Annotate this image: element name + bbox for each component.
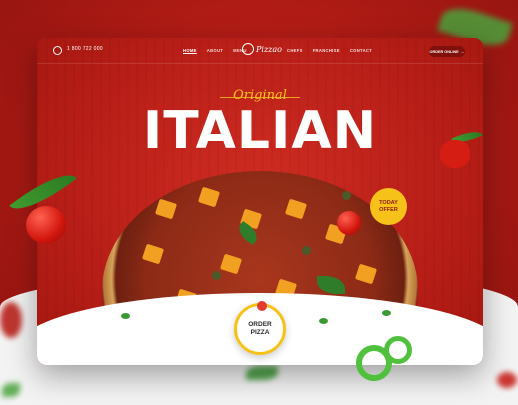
cheese-chunk <box>219 253 243 275</box>
order-online-button[interactable]: ORDER ONLINE → <box>429 46 465 57</box>
top-navigation: 1 800 722 000 HOME ABOUT MENU Pizzao CHE… <box>37 38 483 64</box>
cheese-chunk <box>354 263 378 285</box>
order-online-label: ORDER ONLINE <box>429 49 459 54</box>
olive <box>342 191 351 200</box>
olive <box>302 246 311 255</box>
phone-number[interactable]: 1 800 722 000 <box>67 46 103 52</box>
offer-line-2: OFFER <box>379 206 398 213</box>
main-menu-right: CHEFS FRANCHISE CONTACT <box>287 48 372 53</box>
logo-text: Pizzao <box>256 44 282 54</box>
cheese-chunk <box>154 198 178 220</box>
cherry-tomato-left <box>26 206 66 244</box>
phone-icon[interactable] <box>53 46 62 55</box>
basil-leaf <box>317 276 345 294</box>
website-mockup: 1 800 722 000 HOME ABOUT MENU Pizzao CHE… <box>37 38 483 365</box>
blurred-herb-bottom <box>246 366 278 380</box>
green-pepper-ring <box>384 336 412 364</box>
pizza-dot-icon <box>257 301 267 311</box>
main-menu-left: HOME ABOUT MENU <box>183 48 247 53</box>
nav-chefs[interactable]: CHEFS <box>287 48 303 53</box>
cheese-chunk <box>284 198 308 220</box>
today-offer-badge[interactable]: TODAY OFFER <box>370 188 407 225</box>
order-pizza-line-2: PIZZA <box>250 329 270 336</box>
blurred-chili-bottom-right <box>497 372 517 388</box>
hero-title: ITALIAN <box>142 101 378 161</box>
nav-home[interactable]: HOME <box>183 48 197 53</box>
herb-garnish <box>382 310 391 316</box>
nav-contact[interactable]: CONTACT <box>350 48 372 53</box>
cheese-chunk <box>141 243 165 265</box>
order-pizza-line-1: ORDER <box>248 321 272 329</box>
tomato-slice <box>337 211 361 235</box>
blurred-chili-bottom-left <box>0 302 22 338</box>
herb-garnish <box>319 318 328 324</box>
brand-logo[interactable]: Pizzao <box>242 43 282 55</box>
cheese-chunk <box>197 186 221 208</box>
blurred-herb-bottom-left <box>2 383 20 397</box>
red-chili-right <box>440 140 470 168</box>
pizza-logo-icon <box>242 43 254 55</box>
nav-franchise[interactable]: FRANCHISE <box>313 48 340 53</box>
arrow-right-icon: → <box>460 49 465 54</box>
herb-garnish <box>121 313 130 319</box>
nav-about[interactable]: ABOUT <box>207 48 223 53</box>
offer-line-1: TODAY <box>379 200 398 207</box>
order-pizza-button[interactable]: ORDER PIZZA <box>234 301 286 355</box>
olive <box>212 271 221 280</box>
